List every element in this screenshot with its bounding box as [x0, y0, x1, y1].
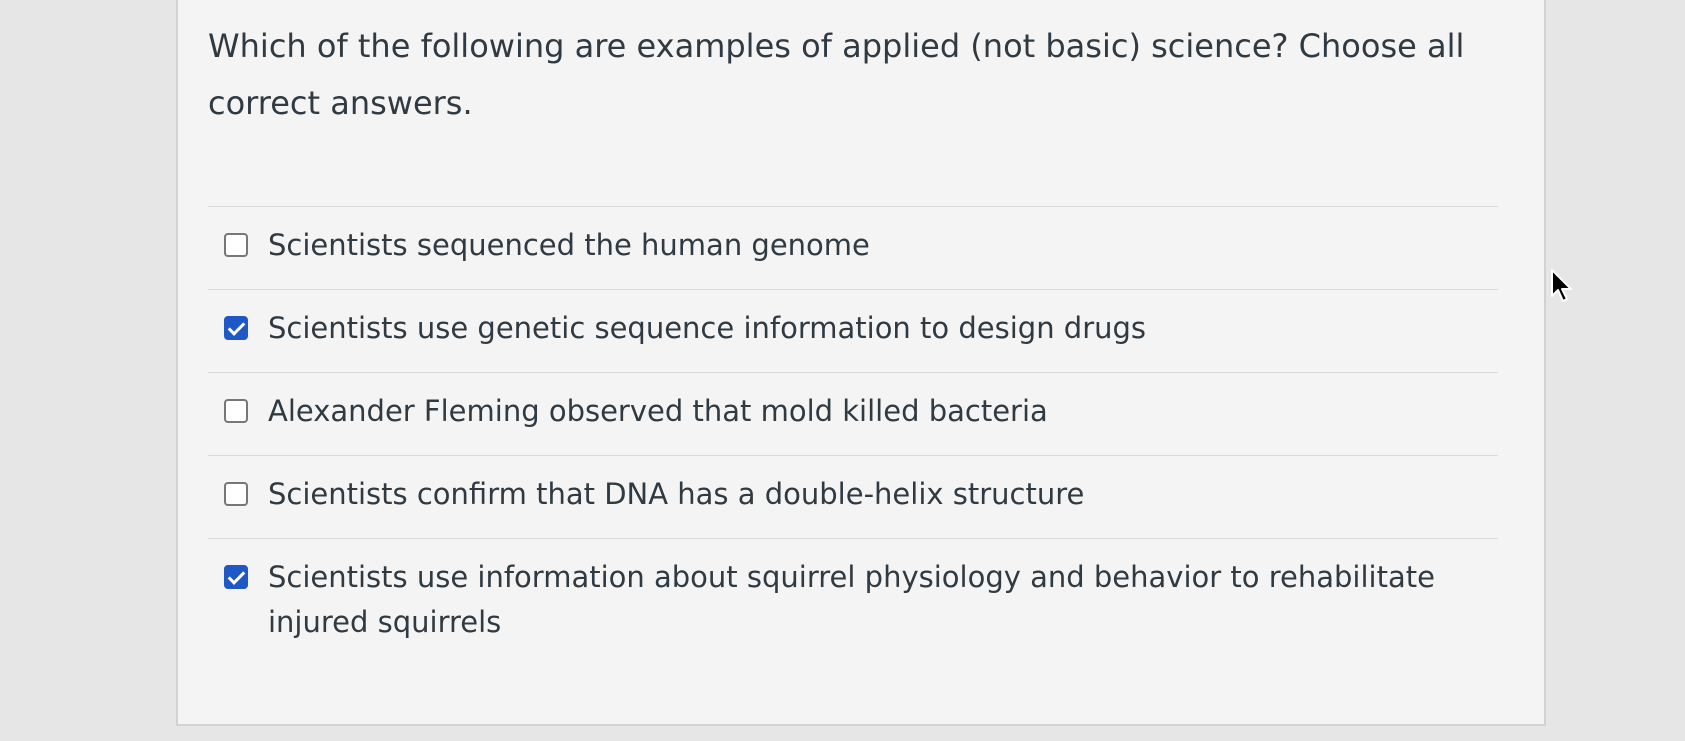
answer-label: Scientists use information about squirre…: [268, 560, 1435, 639]
checkbox-checked-icon[interactable]: [224, 565, 248, 589]
answer-option[interactable]: Scientists use information about squirre…: [208, 539, 1498, 666]
checkbox-unchecked-icon[interactable]: [224, 233, 248, 257]
checkbox-checked-icon[interactable]: [224, 316, 248, 340]
mouse-pointer-icon: [1551, 269, 1572, 302]
answer-option[interactable]: Scientists confirm that DNA has a double…: [208, 456, 1498, 539]
answer-option[interactable]: Scientists use genetic sequence informat…: [208, 290, 1498, 373]
answer-option[interactable]: Scientists sequenced the human genome: [208, 207, 1498, 290]
question-text: Which of the following are examples of a…: [208, 27, 1465, 122]
checkbox-unchecked-icon[interactable]: [224, 482, 248, 506]
answer-option[interactable]: Alexander Fleming observed that mold kil…: [208, 373, 1498, 456]
quiz-question-card: Which of the following are examples of a…: [176, 0, 1546, 726]
answer-list: Scientists sequenced the human genome Sc…: [208, 206, 1498, 666]
checkbox-unchecked-icon[interactable]: [224, 399, 248, 423]
answer-label: Alexander Fleming observed that mold kil…: [268, 394, 1048, 428]
answer-label: Scientists confirm that DNA has a double…: [268, 477, 1085, 511]
answer-label: Scientists sequenced the human genome: [268, 228, 870, 262]
answer-label: Scientists use genetic sequence informat…: [268, 311, 1147, 345]
